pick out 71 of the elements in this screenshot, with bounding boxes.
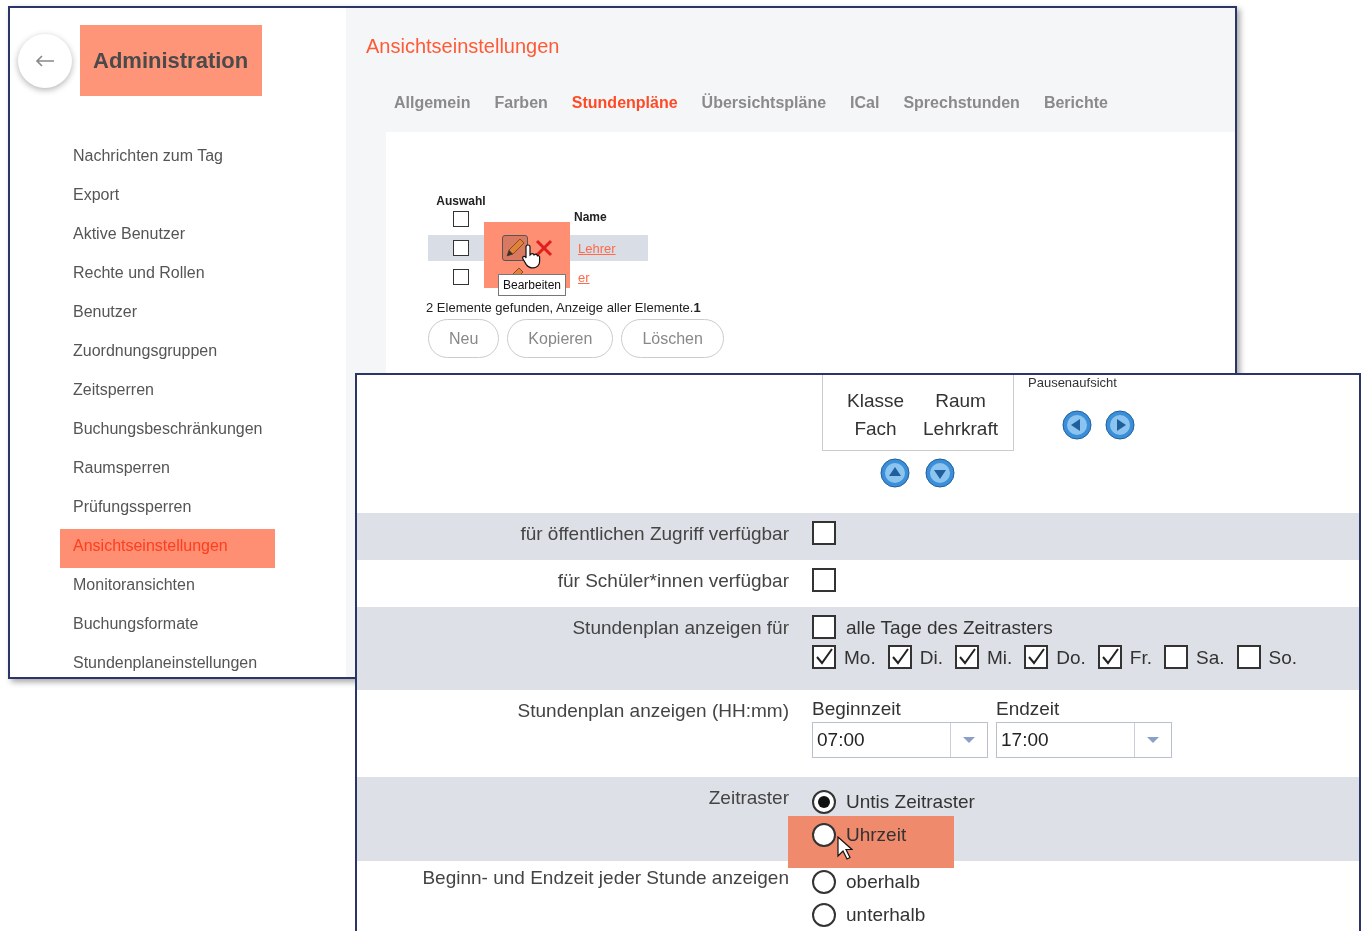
column-header: Auswahl xyxy=(436,194,486,208)
sidebar-title: Administration xyxy=(80,25,262,96)
radio-button[interactable] xyxy=(812,869,836,894)
checkbox[interactable] xyxy=(812,568,836,592)
sidebar-item[interactable]: Export xyxy=(60,178,275,217)
checkbox[interactable] xyxy=(887,645,912,669)
field-list-item[interactable]: Raum xyxy=(918,390,1003,412)
sidebar-item[interactable]: Zeitsperren xyxy=(60,373,275,412)
pencil-icon[interactable] xyxy=(502,235,528,261)
checkbox[interactable] xyxy=(453,269,469,285)
checkbox-label: Fr. xyxy=(1129,647,1152,669)
radio-label: unterhalb xyxy=(846,903,926,926)
tooltip: Bearbeiten xyxy=(498,274,567,296)
field-label: Beginnzeit xyxy=(812,698,902,720)
field-list-item[interactable]: Lehrkraft xyxy=(918,418,1003,440)
dropdown-caret-icon xyxy=(1146,736,1160,744)
checkbox-label: Sa. xyxy=(1196,647,1225,669)
page-title: Ansichtseinstellungen xyxy=(366,35,561,58)
radio-label: Uhrzeit xyxy=(846,823,907,846)
field-list-item[interactable]: Klasse xyxy=(833,390,918,412)
field-label: Stundenplan anzeigen (HH:mm) xyxy=(516,699,789,723)
field-label: Beginn- und Endzeit jeder Stunde anzeigen xyxy=(421,866,789,890)
sidebar-item[interactable]: Aktive Benutzer xyxy=(60,217,275,256)
sidebar-item[interactable]: Buchungsbeschränkungen xyxy=(60,412,275,451)
radio-button[interactable] xyxy=(812,789,836,814)
sidebar-item[interactable]: Benutzer xyxy=(60,295,275,334)
action-button[interactable]: Kopieren xyxy=(507,319,614,358)
action-button[interactable]: Löschen xyxy=(621,319,724,358)
sidebar-item[interactable]: Stundenplaneinstellungen xyxy=(60,646,275,677)
hand-cursor-icon xyxy=(521,243,543,269)
checkbox[interactable] xyxy=(1236,645,1261,669)
radio-label: oberhalb xyxy=(846,870,920,893)
sidebar-item[interactable]: Prüfungssperren xyxy=(60,490,275,529)
checkbox[interactable] xyxy=(453,240,469,256)
time-dropdown[interactable]: 17:00 xyxy=(996,722,1172,758)
sidebar-item[interactable]: Raumsperren xyxy=(60,451,275,490)
checkbox[interactable] xyxy=(1164,645,1188,669)
column-header: Name xyxy=(574,210,607,224)
checkbox[interactable] xyxy=(1097,645,1122,669)
field-label: Endzeit xyxy=(996,698,1061,720)
checkbox[interactable] xyxy=(1024,645,1049,669)
time-dropdown[interactable]: 07:00 xyxy=(812,722,988,758)
sidebar-item[interactable]: Rechte und Rollen xyxy=(60,256,275,295)
checkbox[interactable] xyxy=(812,645,836,669)
dropdown-caret-icon xyxy=(962,736,976,744)
back-arrow-icon xyxy=(35,54,55,67)
field-label: für Schüler*innen verfügbar xyxy=(556,569,789,593)
sidebar-item[interactable]: Zuordnungsgruppen xyxy=(60,334,275,373)
delete-icon[interactable] xyxy=(534,238,554,258)
sidebar-item[interactable]: Nachrichten zum Tag xyxy=(60,139,275,178)
checkbox-label: alle Tage des Zeitrasters xyxy=(846,617,1053,639)
checkbox-label: Mi. xyxy=(986,647,1013,669)
checkbox[interactable] xyxy=(812,521,836,545)
field-list-item[interactable]: Fach xyxy=(833,418,918,440)
checkbox-label: Do. xyxy=(1056,647,1086,669)
checkbox-label: Di. xyxy=(919,647,943,669)
sidebar-item[interactable]: Monitoransichten xyxy=(60,568,275,607)
checkbox[interactable] xyxy=(954,645,979,669)
checkbox[interactable] xyxy=(812,615,836,639)
result-summary: 2 Elemente gefunden, Anzeige aller Elemente.1 xyxy=(426,300,702,315)
sidebar-item[interactable]: Buchungsformate xyxy=(60,607,275,646)
field-label: Zeitraster xyxy=(707,786,789,810)
field-list-label: Pausenaufsicht xyxy=(1028,375,1118,390)
field-label: für öffentlichen Zugriff verfügbar xyxy=(519,522,789,546)
action-button[interactable]: Neu xyxy=(428,319,500,358)
radio-label: Untis Zeitraster xyxy=(846,790,975,813)
checkbox-label: So. xyxy=(1268,647,1298,669)
radio-button[interactable] xyxy=(812,902,836,927)
checkbox[interactable] xyxy=(453,211,469,227)
checkbox-label: Mo. xyxy=(844,647,876,669)
field-label: Stundenplan anzeigen für xyxy=(571,616,789,640)
